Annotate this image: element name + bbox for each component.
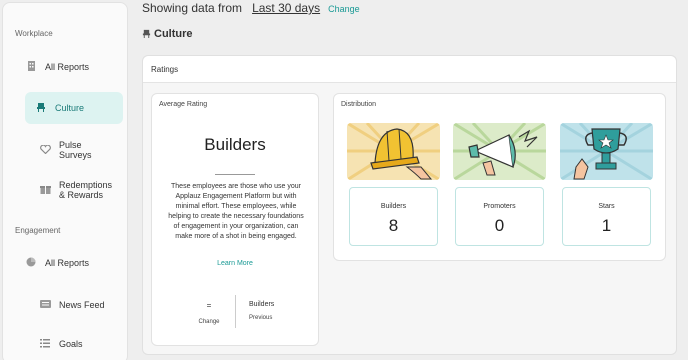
average-rating-description: These employees are those who use your A… xyxy=(168,183,304,240)
change-label: Change xyxy=(198,319,220,325)
sidebar-item-redemptions-rewards[interactable]: Redemptions & Rewards xyxy=(25,178,123,202)
distribution-label: Distribution xyxy=(341,101,377,108)
ratings-heading: Ratings xyxy=(143,56,676,83)
megaphone-icon xyxy=(453,123,546,180)
armchair-icon xyxy=(35,102,47,114)
average-rating-value: Builders xyxy=(204,135,266,154)
building-icon xyxy=(25,61,37,73)
hard-hat-icon xyxy=(347,123,440,180)
sidebar-item-label: All Reports xyxy=(45,62,90,72)
promoters-illustration xyxy=(453,123,546,180)
builders-count-box: Builders 8 xyxy=(349,187,438,246)
sidebar-item-culture[interactable]: Culture xyxy=(25,92,123,124)
distribution-item-value: 1 xyxy=(601,216,612,235)
gift-box-icon xyxy=(39,184,51,196)
sidebar-item-label: Redemptions & Rewards xyxy=(59,180,113,200)
change-date-range-link[interactable]: Change xyxy=(328,4,360,14)
sidebar-section-engagement: Engagement xyxy=(15,226,61,235)
change-symbol: = xyxy=(206,301,212,310)
sidebar-item-news-feed[interactable]: News Feed xyxy=(25,295,123,315)
sidebar-item-pulse-surveys[interactable]: Pulse Surveys xyxy=(25,138,123,162)
average-rating-card: Average Rating Builders These employees … xyxy=(151,93,319,346)
previous-rating-label: Previous xyxy=(249,315,273,321)
date-range-prefix: Showing data from xyxy=(142,1,243,15)
sidebar-item-label: Pulse Surveys xyxy=(59,140,92,160)
date-range-bar: Showing data from Last 30 days Change xyxy=(142,1,360,17)
promoters-count-box: Promoters 0 xyxy=(455,187,544,246)
distribution-item-label: Promoters xyxy=(483,203,516,210)
distribution-item-label: Stars xyxy=(598,203,615,210)
sidebar-item-label: All Reports xyxy=(45,258,90,268)
learn-more-link[interactable]: Learn More xyxy=(152,260,318,267)
sidebar-item-goals[interactable]: Goals xyxy=(25,334,123,354)
circle-chart-icon xyxy=(25,257,37,269)
average-rating-label: Average Rating xyxy=(159,101,208,108)
news-icon xyxy=(39,300,51,310)
distribution-item-value: 0 xyxy=(494,216,505,235)
sidebar-section-workplace: Workplace xyxy=(15,29,53,38)
armchair-icon xyxy=(142,29,151,40)
distribution-item-label: Builders xyxy=(380,203,407,210)
previous-rating-value: Builders xyxy=(249,301,275,308)
distribution-item-value: 8 xyxy=(388,216,399,235)
stars-illustration xyxy=(560,123,653,180)
page-title-text: Culture xyxy=(154,28,193,40)
sidebar-item-engagement-all-reports[interactable]: All Reports xyxy=(25,253,123,273)
sidebar-item-label: Goals xyxy=(59,339,83,349)
heartbeat-icon xyxy=(39,144,51,156)
sidebar-item-all-reports[interactable]: All Reports xyxy=(25,57,123,77)
page-title: Culture xyxy=(142,28,193,40)
trophy-icon xyxy=(560,123,653,180)
divider xyxy=(215,174,255,175)
ratings-panel: Ratings Average Rating Builders These em… xyxy=(142,55,677,355)
date-range-value[interactable]: Last 30 days xyxy=(252,1,320,15)
distribution-card: Distribution Builders 8 Promoters 0 Star… xyxy=(333,93,666,261)
builders-illustration xyxy=(347,123,440,180)
stars-count-box: Stars 1 xyxy=(562,187,651,246)
sidebar-item-label: Culture xyxy=(55,103,85,113)
checklist-icon xyxy=(39,338,51,350)
divider xyxy=(235,295,236,328)
sidebar-item-label: News Feed xyxy=(59,300,105,310)
sidebar: Workplace All Reports Culture Pulse Surv… xyxy=(2,2,128,360)
